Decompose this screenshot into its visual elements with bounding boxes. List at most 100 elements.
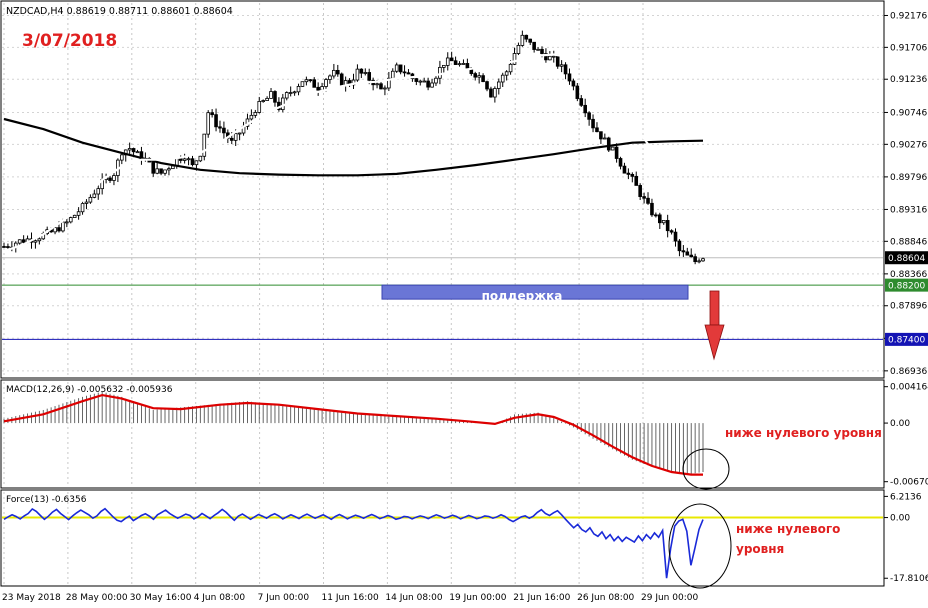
- current-price-tag: 0.88604: [885, 251, 928, 265]
- candle-body: [151, 161, 156, 174]
- candle-body: [638, 185, 642, 197]
- candle-body: [237, 132, 242, 135]
- candle-body: [634, 175, 639, 186]
- candle-body: [610, 146, 615, 151]
- candle-body: [53, 227, 57, 233]
- candle-body: [665, 220, 670, 232]
- candle-body: [489, 88, 493, 98]
- candle-body: [422, 80, 426, 83]
- candle-body: [563, 64, 568, 75]
- candle-body: [599, 131, 603, 140]
- price-tick-label: 0.90746: [890, 108, 927, 118]
- force-panel: [0, 489, 885, 587]
- candle-body: [504, 71, 509, 76]
- candle-body: [383, 87, 387, 90]
- force-axis: 6.2136 0.00 -17.8106: [884, 492, 928, 584]
- candle-body: [453, 60, 458, 65]
- time-tick-label: 29 Jun 00:00: [641, 593, 698, 603]
- chart-window: поддержка NZDCAD,H4 0.88619 0.88711 0.88…: [0, 0, 928, 608]
- candle-body: [524, 34, 529, 40]
- candle-body: [171, 165, 175, 170]
- force-header: Force(13) -0.6356: [6, 495, 87, 505]
- time-tick-label: 4 Jun 08:00: [194, 593, 246, 603]
- price-tick-label: 0.92176: [890, 11, 927, 21]
- time-tick-label: 11 Jun 16:00: [322, 593, 379, 603]
- candle-body: [324, 79, 328, 87]
- candle-body: [650, 202, 654, 216]
- candle-body: [269, 91, 273, 99]
- candle-body: [281, 97, 285, 111]
- candle-body: [496, 81, 501, 89]
- candle-body: [363, 72, 368, 74]
- price-axis: 0.92176 0.91706 0.91236 0.90746 0.90276 0.897…: [884, 11, 927, 377]
- candle-body: [80, 203, 85, 213]
- candle-body: [339, 73, 344, 86]
- candle-body: [390, 70, 395, 79]
- candle-body: [658, 214, 662, 224]
- force-annotation-line2: уровня: [736, 542, 784, 556]
- candle-body: [516, 45, 521, 54]
- candle-body: [167, 168, 171, 171]
- chart-svg: поддержка NZDCAD,H4 0.88619 0.88711 0.88…: [0, 0, 928, 603]
- price-tick-label: 0.89796: [890, 173, 927, 183]
- candle-body: [308, 79, 313, 82]
- candle-body: [485, 81, 489, 90]
- candle-body: [57, 227, 61, 232]
- candle-body: [273, 91, 277, 103]
- candle-body: [693, 256, 697, 263]
- candle-body: [571, 80, 576, 87]
- time-axis: 23 May 2018 28 May 00:00 30 May 16:00 4 Jun…: [2, 593, 698, 603]
- candle-body: [163, 169, 167, 174]
- candle-body: [512, 53, 517, 65]
- candle-body: [222, 127, 226, 134]
- candle-body: [194, 160, 199, 166]
- time-tick-label: 26 Jun 08:00: [577, 593, 634, 603]
- candle-body: [587, 112, 591, 120]
- candle-body: [414, 78, 419, 82]
- candle-body: [434, 77, 438, 84]
- candle-body: [673, 231, 678, 242]
- candle-body: [332, 69, 336, 77]
- svg-text:0.88200: 0.88200: [888, 281, 925, 291]
- price-tick-label: 0.91236: [890, 75, 927, 85]
- candle-body: [622, 165, 627, 174]
- svg-text:0.88604: 0.88604: [888, 254, 925, 264]
- macd-tick-label: 0.004164: [890, 383, 928, 393]
- candle-body: [328, 75, 332, 80]
- candle-body: [551, 55, 556, 58]
- candle-body: [418, 80, 423, 83]
- candle-body: [473, 73, 478, 78]
- candle-body: [654, 214, 658, 217]
- candle-body: [265, 97, 269, 101]
- price-tick-label: 0.88846: [890, 237, 927, 247]
- candle-body: [591, 118, 595, 129]
- candle-body: [178, 158, 183, 161]
- candle-body: [159, 168, 163, 174]
- svg-text:0.87400: 0.87400: [888, 336, 925, 346]
- candle-body: [477, 75, 481, 78]
- candle-body: [214, 114, 218, 128]
- candle-body: [701, 258, 705, 262]
- candle-body: [198, 155, 203, 162]
- force-annotation-line1: ниже нулевого: [736, 522, 840, 536]
- time-tick-label: 30 May 16:00: [130, 593, 192, 603]
- candle-body: [367, 72, 372, 81]
- candle-body: [697, 260, 701, 263]
- candle-body: [84, 201, 89, 204]
- candle-body: [288, 92, 293, 94]
- support-price-tag: 0.88200: [885, 278, 928, 292]
- candle-body: [379, 83, 383, 90]
- candle-body: [677, 240, 682, 252]
- force-tick-label: 6.2136: [890, 492, 922, 502]
- candle-body: [155, 168, 159, 174]
- candle-body: [76, 211, 81, 216]
- candle-body: [567, 73, 572, 82]
- candle-body: [17, 239, 22, 244]
- candle-body: [316, 86, 320, 91]
- candle-body: [261, 100, 265, 102]
- candle-body: [681, 250, 686, 253]
- time-tick-label: 21 Jun 16:00: [513, 593, 570, 603]
- price-panel: [0, 0, 885, 379]
- candle-body: [642, 196, 646, 199]
- candle-body: [402, 71, 407, 74]
